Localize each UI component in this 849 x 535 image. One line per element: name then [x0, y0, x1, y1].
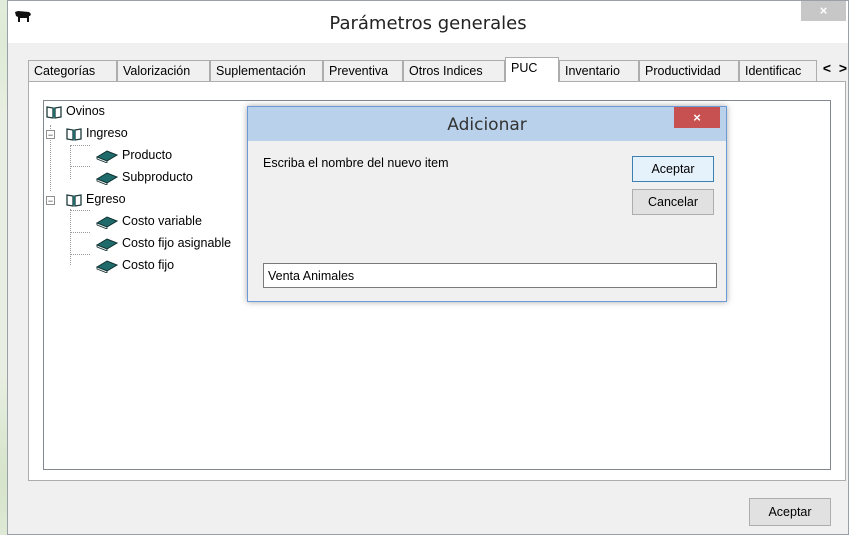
tree-connector	[70, 145, 71, 179]
tab-scroll-right-button[interactable]: >	[836, 59, 849, 77]
dialog-cancel-button[interactable]: Cancelar	[632, 189, 714, 215]
dialog-close-button[interactable]: ×	[674, 107, 720, 128]
dialog-prompt: Escriba el nombre del nuevo item	[263, 156, 449, 170]
tab-identificacion[interactable]: Identificac	[739, 60, 817, 81]
window-titlebar[interactable]: Parámetros generales ×	[8, 1, 848, 43]
window-close-button[interactable]: ×	[801, 1, 846, 21]
tree-connector	[70, 145, 90, 146]
dialog-title: Adicionar	[447, 115, 527, 135]
tree-node-label: Costo variable	[122, 214, 202, 228]
closed-book-icon	[96, 150, 118, 163]
window-title: Parámetros generales	[329, 13, 527, 34]
dialog-titlebar[interactable]: Adicionar ×	[248, 107, 726, 141]
tree-node-label: Producto	[122, 148, 173, 162]
aceptar-button[interactable]: Aceptar	[749, 498, 831, 526]
tree-node-root[interactable]: Ovinos	[46, 101, 105, 121]
tree-node-producto[interactable]: Producto	[96, 145, 172, 165]
tree-node-egreso[interactable]: Egreso	[66, 189, 126, 209]
tab-valorizacion[interactable]: Valorización	[117, 60, 210, 81]
tree-connector	[70, 209, 71, 265]
tree-node-ingreso[interactable]: Ingreso	[66, 123, 128, 143]
closed-book-icon	[96, 216, 118, 229]
tree-expander-egreso[interactable]: −	[46, 196, 55, 206]
tree-node-costo-fijo[interactable]: Costo fijo	[96, 255, 174, 275]
tab-scroll-left-button[interactable]: <	[820, 59, 834, 77]
tree-node-label: Ovinos	[66, 104, 105, 118]
tree-expander-ingreso[interactable]: −	[46, 130, 55, 140]
tree-connector	[70, 166, 90, 167]
tree-node-label: Ingreso	[86, 126, 128, 140]
adicionar-dialog: Adicionar × Escriba el nombre del nuevo …	[247, 106, 727, 302]
tree-node-label: Costo fijo	[122, 258, 175, 272]
closed-book-icon	[96, 238, 118, 251]
tab-preventiva[interactable]: Preventiva	[323, 60, 403, 81]
open-book-icon	[46, 105, 62, 119]
tree-node-label: Costo fijo asignable	[122, 236, 232, 250]
tab-categorias[interactable]: Categorías	[28, 60, 117, 81]
closed-book-icon	[96, 172, 118, 185]
tree-node-label: Egreso	[86, 192, 126, 206]
tree-node-label: Subproducto	[122, 170, 193, 184]
tab-strip: Categorías Valorización Suplementación P…	[28, 57, 849, 82]
open-book-icon	[66, 127, 82, 141]
tab-suplementacion[interactable]: Suplementación	[210, 60, 323, 81]
open-book-icon	[66, 193, 82, 207]
tab-inventario[interactable]: Inventario	[559, 60, 639, 81]
item-name-input[interactable]	[263, 263, 717, 288]
tree-connector	[70, 210, 90, 211]
dialog-accept-button[interactable]: Aceptar	[632, 156, 714, 182]
tree-node-subproducto[interactable]: Subproducto	[96, 167, 193, 187]
tree-node-costo-variable[interactable]: Costo variable	[96, 211, 202, 231]
tree-node-costo-fijo-asignable[interactable]: Costo fijo asignable	[96, 233, 231, 253]
tab-otros-indices[interactable]: Otros Indices	[403, 60, 505, 81]
tree-connector	[70, 254, 90, 255]
tree-connector	[70, 232, 90, 233]
tab-puc[interactable]: PUC	[505, 57, 559, 82]
tab-productividad[interactable]: Productividad	[639, 60, 739, 81]
closed-book-icon	[96, 260, 118, 273]
